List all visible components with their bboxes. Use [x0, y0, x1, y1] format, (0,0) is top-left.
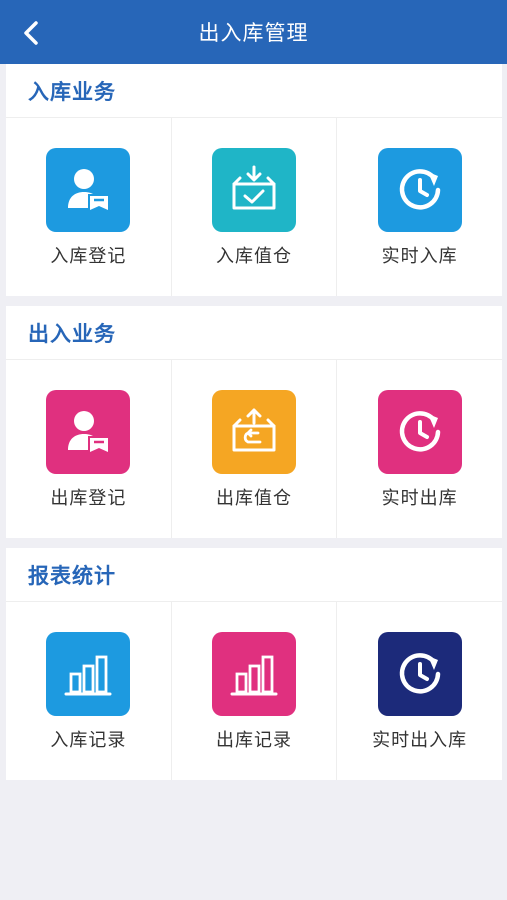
menu-item-inbound-records[interactable]: 入库记录 [6, 602, 172, 780]
menu-grid: 入库登记 入库值仓 实时入库 [6, 118, 502, 296]
user-book-icon [68, 169, 109, 210]
menu-item-label: 出库记录 [216, 730, 292, 751]
chevron-left-icon [24, 21, 38, 45]
menu-item-outbound-records[interactable]: 出库记录 [172, 602, 338, 780]
menu-tile [46, 390, 131, 474]
menu-item-label: 实时出库 [381, 488, 458, 509]
menu-tile [212, 632, 296, 716]
menu-item-realtime-inbound[interactable]: 实时入库 [337, 118, 502, 296]
section-reports: 报表统计 入库记录 出库记录 实时出入库 [6, 548, 502, 780]
menu-item-label: 出库登记 [50, 488, 127, 509]
menu-item-label: 入库登记 [50, 246, 127, 267]
user-book-icon [68, 411, 109, 452]
back-button[interactable] [14, 16, 50, 50]
menu-item-outbound-register[interactable]: 出库登记 [6, 360, 172, 538]
menu-item-label: 实时出入库 [372, 730, 468, 751]
section-header: 入库业务 [6, 64, 502, 118]
menu-item-inbound-register[interactable]: 入库登记 [6, 118, 172, 296]
app-header: 出入库管理 [0, 0, 507, 64]
section-title: 报表统计 [28, 563, 116, 588]
menu-item-realtime-outbound[interactable]: 实时出库 [337, 360, 502, 538]
menu-tile [46, 148, 131, 232]
menu-tile [377, 390, 462, 474]
menu-tile [212, 148, 296, 232]
menu-tile [377, 148, 462, 232]
menu-item-outbound-duty[interactable]: 出库值仓 [172, 360, 338, 538]
menu-item-label: 入库值仓 [216, 246, 292, 267]
menu-item-inbound-duty[interactable]: 入库值仓 [172, 118, 338, 296]
menu-tile [377, 632, 462, 716]
menu-item-label: 出库值仓 [216, 488, 292, 509]
section-outbound: 出入业务 出库登记 出库值仓 实时出库 [6, 306, 502, 538]
menu-item-label: 入库记录 [50, 730, 127, 751]
section-header: 出入业务 [6, 306, 502, 360]
box-out-return-icon [232, 408, 276, 452]
menu-grid: 出库登记 出库值仓 实时出库 [6, 360, 502, 538]
bar-chart-icon [64, 655, 112, 696]
bar-chart-icon [230, 655, 278, 696]
clock-refresh-icon [399, 653, 440, 694]
clock-refresh-icon [399, 169, 440, 210]
menu-tile [212, 390, 296, 474]
page-title: 出入库管理 [198, 21, 309, 45]
section-title: 入库业务 [28, 79, 116, 104]
section-inbound: 入库业务 入库登记 入库值仓 实时入库 [6, 64, 502, 296]
box-in-check-icon [232, 165, 276, 210]
menu-item-realtime-inout[interactable]: 实时出入库 [337, 602, 502, 780]
menu-tile [46, 632, 131, 716]
section-title: 出入业务 [28, 321, 116, 346]
menu-item-label: 实时入库 [381, 246, 458, 267]
section-header: 报表统计 [6, 548, 502, 602]
menu-grid: 入库记录 出库记录 实时出入库 [6, 602, 502, 780]
clock-refresh-icon [399, 411, 440, 452]
